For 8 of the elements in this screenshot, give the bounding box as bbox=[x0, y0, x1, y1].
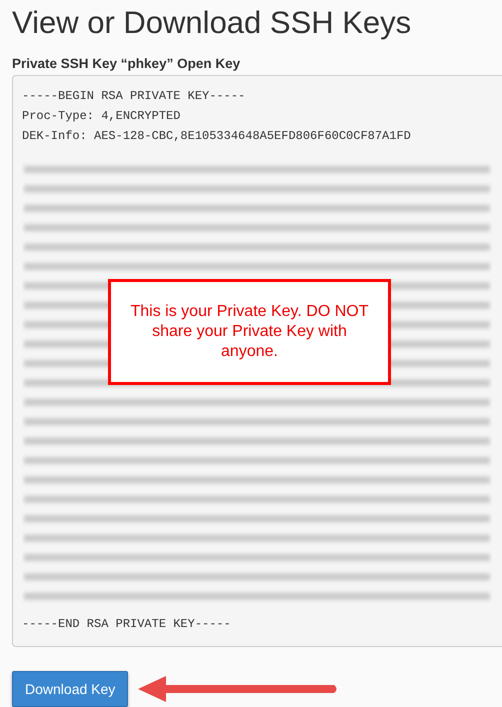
download-key-button[interactable]: Download Key bbox=[12, 671, 128, 707]
key-header-line: DEK-Info: AES-128-CBC,8E105334648A5EFD806F60C0CF87A1FD bbox=[22, 128, 412, 145]
page-title: View or Download SSH Keys bbox=[12, 4, 412, 42]
key-heading: Private SSH Key “phkey” Open Key bbox=[12, 55, 242, 73]
key-header-line: Proc-Type: 4,ENCRYPTED bbox=[22, 108, 182, 125]
key-header-line: -----BEGIN RSA PRIVATE KEY----- bbox=[22, 88, 246, 105]
warning-text: This is your Private Key. DO NOT share your Private Key with anyone. bbox=[130, 302, 370, 362]
key-footer-line: -----END RSA PRIVATE KEY----- bbox=[22, 616, 232, 633]
